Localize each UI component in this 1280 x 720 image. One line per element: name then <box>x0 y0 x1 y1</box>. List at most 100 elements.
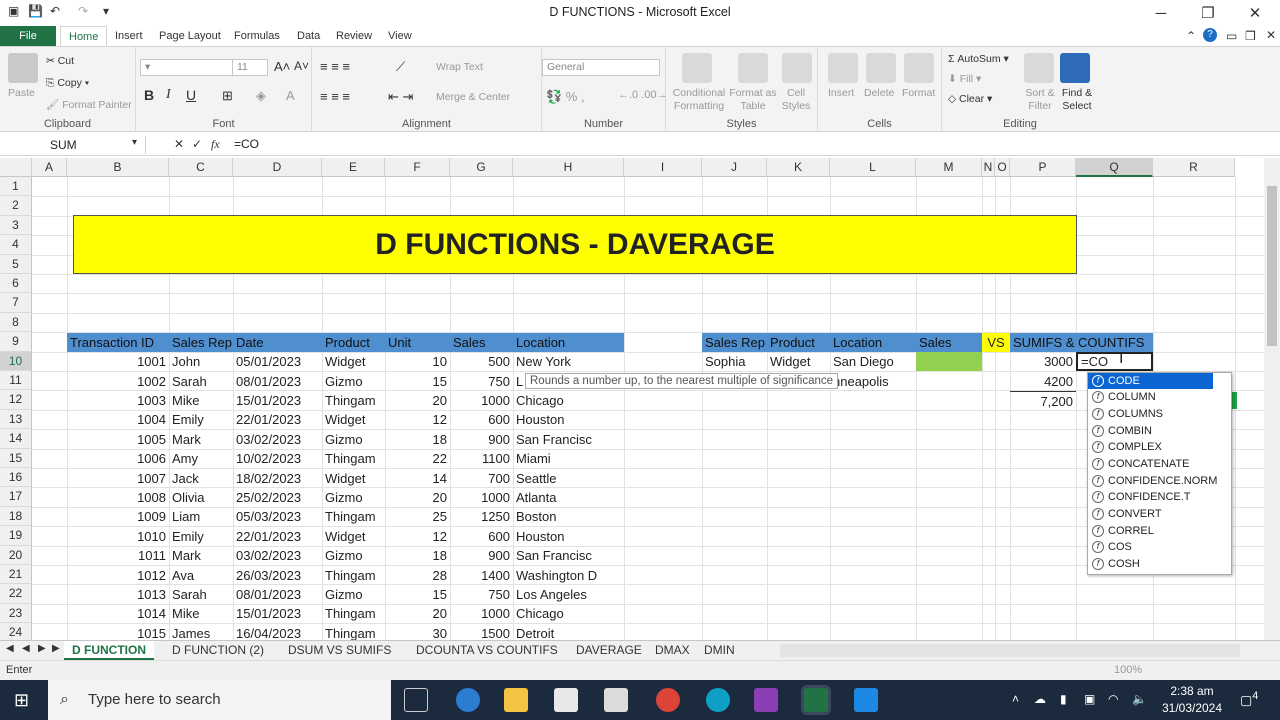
table-cell[interactable]: Thingam <box>322 624 385 640</box>
indent-icon[interactable]: ⇤ ⇥ <box>388 89 413 105</box>
autocomplete-item[interactable]: f CONFIDENCE.T <box>1088 489 1231 506</box>
autosum-button[interactable]: Σ AutoSum ▾ <box>948 53 1009 65</box>
table-cell[interactable]: Seattle <box>513 469 624 488</box>
criteria-cell[interactable]: Sophia <box>702 352 767 371</box>
table-cell[interactable]: Emily <box>169 527 233 546</box>
excel-taskbar-icon[interactable] <box>804 688 828 712</box>
sheet-tab-d-function-2[interactable]: D FUNCTION (2) <box>164 641 272 660</box>
row-header-8[interactable]: 8 <box>0 312 32 333</box>
row-header-7[interactable]: 7 <box>0 293 32 313</box>
sheet-tab-dmin[interactable]: DMIN <box>696 641 743 660</box>
criteria-header-cell[interactable]: Sales Rep <box>702 332 767 352</box>
column-header-e[interactable]: E <box>322 158 385 177</box>
cloud-icon[interactable]: ☁ <box>1034 692 1046 706</box>
table-cell[interactable]: Sarah <box>169 372 233 391</box>
function-autocomplete-list[interactable]: f CODE f COLUMN f COLUMNS f COMBIN f COMPLEX f CONC… <box>1087 371 1232 575</box>
table-cell[interactable]: 900 <box>450 430 513 449</box>
app-icon[interactable] <box>854 688 878 712</box>
fill-button[interactable]: ⬇ Fill ▾ <box>948 73 981 85</box>
insert-cells-icon[interactable] <box>828 53 858 83</box>
table-cell[interactable]: Boston <box>513 507 624 526</box>
table-cell[interactable]: 700 <box>450 469 513 488</box>
font-color-icon[interactable]: A <box>286 88 295 103</box>
active-cell-editor[interactable]: =CO <box>1076 352 1153 372</box>
sheet-tab-daverage[interactable]: DAVERAGE <box>568 641 650 660</box>
row-header-6[interactable]: 6 <box>0 274 32 294</box>
table-cell[interactable]: Gizmo <box>322 430 385 449</box>
table-cell[interactable]: Mike <box>169 604 233 623</box>
row-header-11[interactable]: 11 <box>0 371 32 391</box>
table-cell[interactable]: 08/01/2023 <box>233 372 322 391</box>
row-header-16[interactable]: 16 <box>0 468 32 488</box>
criteria-cell[interactable]: nneapolis <box>830 372 916 391</box>
table-cell[interactable]: Washington D <box>513 566 624 585</box>
table-cell[interactable]: 20 <box>385 391 450 410</box>
table-cell[interactable]: 30 <box>385 624 450 640</box>
vertical-scrollbar[interactable] <box>1264 158 1280 640</box>
bold-button[interactable]: B <box>144 87 154 103</box>
column-header-j[interactable]: J <box>702 158 767 177</box>
format-as-table-button[interactable]: Format as Table <box>728 87 778 113</box>
table-cell[interactable]: 26/03/2023 <box>233 566 322 585</box>
table-cell[interactable]: 20 <box>385 604 450 623</box>
table-cell[interactable]: James <box>169 624 233 640</box>
table-cell[interactable]: 1007 <box>67 469 169 488</box>
criteria-header-cell[interactable]: Location <box>830 332 916 352</box>
row-header-24[interactable]: 24 <box>0 623 32 640</box>
format-as-table-icon[interactable] <box>738 53 768 83</box>
task-view-icon[interactable] <box>404 688 428 712</box>
table-cell[interactable]: 10 <box>385 352 450 371</box>
tab-review[interactable]: Review <box>328 26 380 46</box>
tab-home[interactable]: Home <box>60 26 108 46</box>
column-header-k[interactable]: K <box>767 158 830 177</box>
column-header-d[interactable]: D <box>233 158 322 177</box>
clear-button[interactable]: ◇ Clear ▾ <box>948 93 992 105</box>
formula-input[interactable]: =CO <box>234 137 259 151</box>
table-cell[interactable]: 16/04/2023 <box>233 624 322 640</box>
row-header-4[interactable]: 4 <box>0 235 32 255</box>
font-name-select[interactable]: ▾ <box>140 59 234 76</box>
column-header-g[interactable]: G <box>450 158 513 177</box>
table-cell[interactable]: 14 <box>385 469 450 488</box>
binoculars-icon[interactable] <box>1060 53 1090 83</box>
insert-cells-button[interactable]: Insert <box>828 87 854 99</box>
column-header-p[interactable]: P <box>1010 158 1076 177</box>
merge-center-button[interactable]: Merge & Center <box>436 91 510 103</box>
table-cell[interactable]: 1005 <box>67 430 169 449</box>
orientation-icon[interactable]: ⟋ <box>396 59 405 75</box>
store-icon[interactable] <box>554 688 578 712</box>
vertical-scroll-thumb[interactable] <box>1267 186 1277 346</box>
tray-chevron-icon[interactable]: ˄ <box>1012 692 1019 706</box>
conditional-formatting-button[interactable]: Conditional Formatting <box>670 87 728 113</box>
conditional-formatting-icon[interactable] <box>682 53 712 83</box>
row-header-13[interactable]: 13 <box>0 409 32 430</box>
column-header-r[interactable]: R <box>1153 158 1235 177</box>
row-header-21[interactable]: 21 <box>0 565 32 585</box>
delete-cells-button[interactable]: Delete <box>864 87 894 99</box>
column-header-f[interactable]: F <box>385 158 450 177</box>
table-cell[interactable]: Miami <box>513 449 624 468</box>
file-explorer-icon[interactable] <box>504 688 528 712</box>
table-cell[interactable]: Mike <box>169 391 233 410</box>
table-cell[interactable]: Widget <box>322 527 385 546</box>
horizontal-scrollbar[interactable] <box>780 644 1240 657</box>
tab-formulas[interactable]: Formulas <box>226 26 288 46</box>
battery-icon[interactable]: ▮ <box>1060 692 1067 706</box>
table-header-cell[interactable]: Sales <box>450 332 513 352</box>
row-header-1[interactable]: 1 <box>0 177 32 197</box>
table-cell[interactable]: 05/03/2023 <box>233 507 322 526</box>
table-cell[interactable]: Sarah <box>169 585 233 604</box>
table-cell[interactable]: 25/02/2023 <box>233 488 322 507</box>
sumifs-header-cell[interactable]: SUMIFS & COUNTIFS <box>1010 332 1153 352</box>
table-cell[interactable]: 1004 <box>67 410 169 429</box>
help-icon[interactable]: ? <box>1203 28 1217 42</box>
tab-insert[interactable]: Insert <box>107 26 151 46</box>
table-cell[interactable]: 1250 <box>450 507 513 526</box>
column-header-i[interactable]: I <box>624 158 702 177</box>
table-cell[interactable]: 12 <box>385 527 450 546</box>
table-cell[interactable]: Thingam <box>322 604 385 623</box>
workbook-restore-icon[interactable]: ❐ <box>1245 29 1256 43</box>
table-cell[interactable]: 05/01/2023 <box>233 352 322 371</box>
table-cell[interactable]: 1009 <box>67 507 169 526</box>
table-cell[interactable]: 15 <box>385 585 450 604</box>
